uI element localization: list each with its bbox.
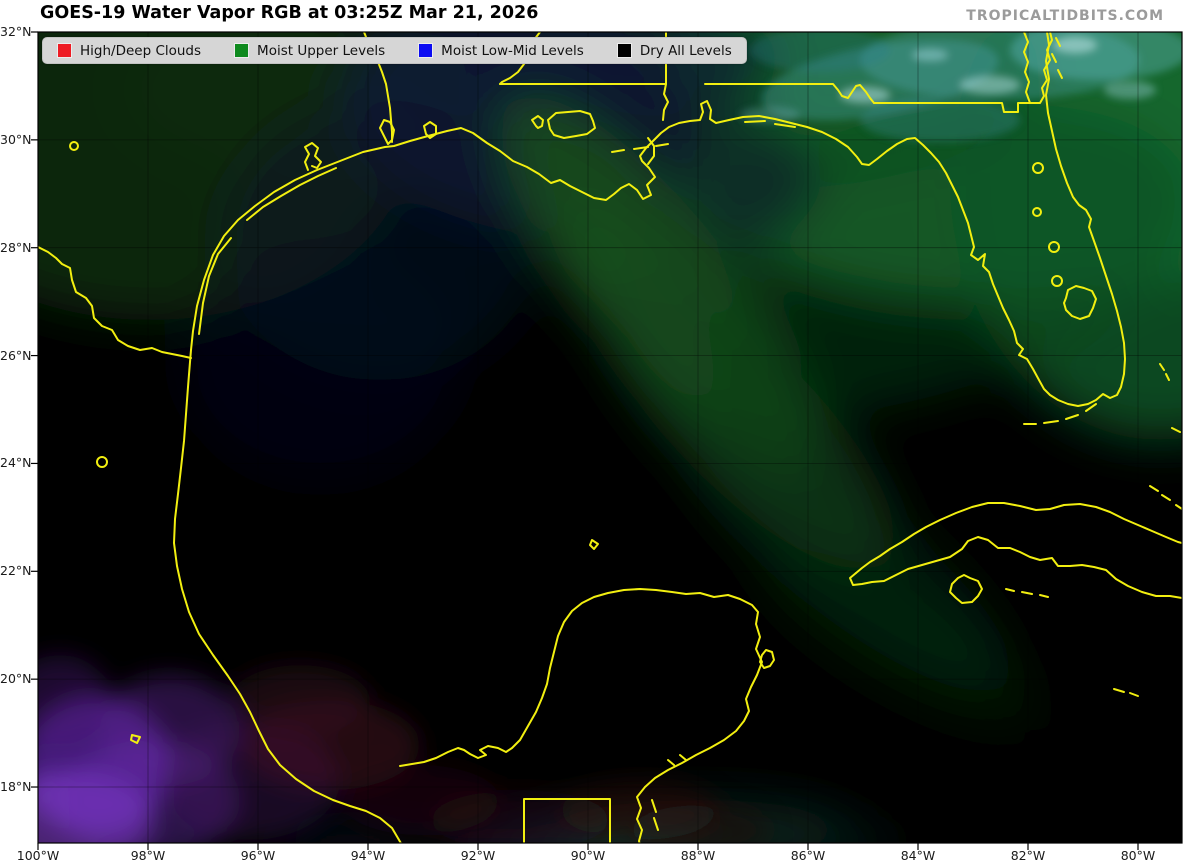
satellite-image-page: GOES-19 Water Vapor RGB at 03:25Z Mar 21… — [0, 0, 1200, 867]
lat-tick-label: 30°N — [0, 131, 32, 147]
lon-tick-label: 92°W — [460, 848, 496, 863]
lon-tick-label: 94°W — [350, 848, 386, 863]
legend-label: High/Deep Clouds — [80, 42, 202, 59]
lon-tick-label: 80°W — [1120, 848, 1156, 863]
lon-tick-label: 82°W — [1010, 848, 1046, 863]
lat-tick-label: 24°N — [0, 455, 32, 471]
legend-item: Moist Low-Mid Levels — [418, 43, 584, 59]
lon-tick-label: 86°W — [790, 848, 826, 863]
legend-item: Moist Upper Levels — [234, 43, 385, 59]
black-swatch-icon — [616, 43, 632, 58]
lon-tick-label: 88°W — [680, 848, 716, 863]
legend-label: Moist Upper Levels — [257, 42, 386, 59]
lon-tick-label: 96°W — [240, 848, 276, 863]
blue-swatch-icon — [418, 43, 434, 58]
lon-tick-label: 90°W — [570, 848, 606, 863]
satellite-map-canvas — [31, 31, 1183, 850]
red-swatch-icon — [57, 43, 72, 58]
site-watermark: TROPICALTIDBITS.COM — [966, 8, 1164, 24]
lat-tick-label: 18°N — [0, 779, 32, 795]
lat-tick-label: 32°N — [0, 24, 32, 39]
lon-tick-label: 98°W — [130, 848, 166, 863]
color-legend: High/Deep Clouds Moist Upper Levels Moist … — [42, 37, 747, 64]
lat-tick-label: 20°N — [0, 671, 32, 687]
legend-item: Dry All Levels — [616, 42, 732, 59]
legend-item: High/Deep Clouds — [57, 43, 201, 59]
lon-tick-label: 84°W — [900, 848, 936, 863]
page-title: GOES-19 Water Vapor RGB at 03:25Z Mar 21… — [40, 3, 539, 23]
green-swatch-icon — [234, 43, 250, 58]
lat-tick-label: 28°N — [0, 239, 32, 255]
lon-tick-label: 100°W — [16, 848, 60, 863]
lat-tick-label: 22°N — [0, 563, 32, 579]
legend-label: Dry All Levels — [639, 42, 732, 59]
lat-tick-label: 26°N — [0, 347, 32, 363]
legend-label: Moist Low-Mid Levels — [441, 42, 584, 59]
